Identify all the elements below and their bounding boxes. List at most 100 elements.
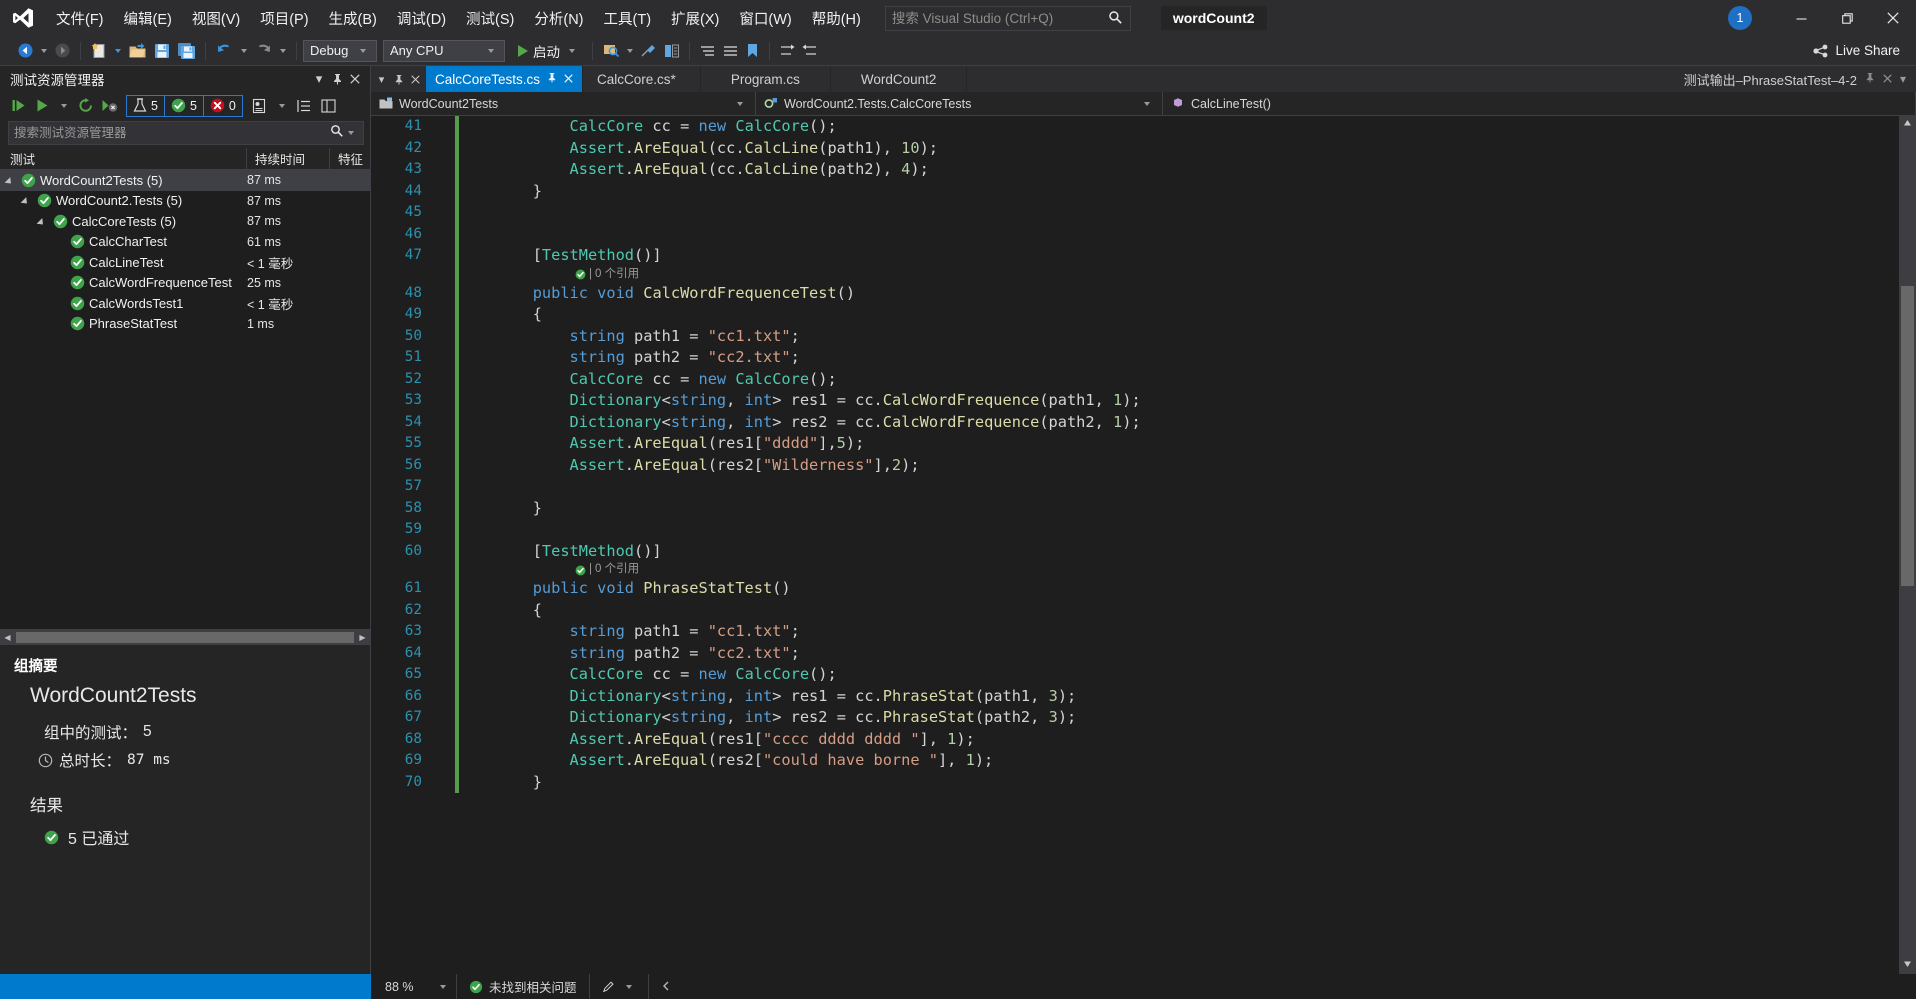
search-options-dropdown-icon[interactable] xyxy=(348,131,354,135)
pin-icon[interactable] xyxy=(328,70,346,88)
chevron-down-icon[interactable] xyxy=(737,101,743,106)
menu-extensions[interactable]: 扩展(X) xyxy=(661,0,729,36)
code-line[interactable]: 43 Assert.AreEqual(cc.CalcLine(path2), 4… xyxy=(371,159,1899,181)
code-line[interactable]: 65 CalcCore cc = new CalcCore(); xyxy=(371,664,1899,686)
code-line[interactable]: 61 public void PhraseStatTest() xyxy=(371,578,1899,600)
pin-icon[interactable] xyxy=(390,67,407,91)
scroll-down-icon[interactable] xyxy=(1899,957,1916,974)
code-line[interactable]: 66 Dictionary<string, int> res1 = cc.Phr… xyxy=(371,685,1899,707)
issues-status[interactable]: 未找到相关问题 xyxy=(457,974,590,999)
toolbar-icon-8[interactable] xyxy=(719,39,742,63)
undo-dropdown-icon[interactable] xyxy=(241,48,247,53)
test-settings-icon[interactable] xyxy=(248,95,271,117)
nav-back-status[interactable] xyxy=(649,974,683,999)
pin-icon[interactable] xyxy=(1865,72,1875,86)
menu-tools[interactable]: 工具(T) xyxy=(594,0,662,36)
test-tree-row-3[interactable]: CalcCharTest 61 ms xyxy=(0,232,370,253)
menu-project[interactable]: 项目(P) xyxy=(250,0,318,36)
start-debug-button[interactable]: 启动 xyxy=(511,39,586,63)
code-line[interactable]: 64 string path2 = "cc2.txt"; xyxy=(371,642,1899,664)
toolbar-icon-10[interactable] xyxy=(799,39,822,63)
chevron-down-icon[interactable]: ▾ xyxy=(1900,72,1906,86)
close-icon[interactable] xyxy=(407,67,424,91)
code-line[interactable]: 48 public void CalcWordFrequenceTest() xyxy=(371,282,1899,304)
test-search-input[interactable] xyxy=(14,126,330,140)
close-button[interactable] xyxy=(1870,0,1916,36)
undo-icon[interactable] xyxy=(212,39,237,63)
code-line[interactable]: 62 { xyxy=(371,599,1899,621)
run-all-tests-icon[interactable] xyxy=(8,95,31,117)
breadcrumb-class[interactable]: WordCount2.Tests.CalcCoreTests xyxy=(756,92,1163,115)
close-icon[interactable] xyxy=(346,70,364,88)
chevron-down-icon[interactable]: ▾ xyxy=(373,67,390,91)
code-line[interactable]: 68 Assert.AreEqual(res1["cccc dddd dddd … xyxy=(371,728,1899,750)
redo-icon[interactable] xyxy=(251,39,276,63)
code-line[interactable]: 59 xyxy=(371,519,1899,541)
pin-icon[interactable] xyxy=(547,72,557,86)
tab-wordcount2[interactable]: WordCount2 xyxy=(831,66,968,92)
code-line[interactable]: 53 Dictionary<string, int> res1 = cc.Cal… xyxy=(371,390,1899,412)
test-tree-row-1[interactable]: WordCount2.Tests (5) 87 ms xyxy=(0,191,370,212)
chevron-down-icon[interactable] xyxy=(440,984,446,989)
tab-program-cs[interactable]: Program.cs xyxy=(701,66,831,92)
code-line[interactable]: 45 xyxy=(371,202,1899,224)
code-line[interactable]: 56 Assert.AreEqual(res2["Wilderness"],2)… xyxy=(371,454,1899,476)
scrollbar-thumb[interactable] xyxy=(1901,286,1914,586)
menu-help[interactable]: 帮助(H) xyxy=(802,0,871,36)
code-line[interactable]: 41 CalcCore cc = new CalcCore(); xyxy=(371,116,1899,138)
menu-window[interactable]: 窗口(W) xyxy=(729,0,801,36)
test-tree-row-4[interactable]: CalcLineTest < 1 毫秒 xyxy=(0,252,370,273)
code-line[interactable]: 52 CalcCore cc = new CalcCore(); xyxy=(371,368,1899,390)
scrollbar-thumb[interactable] xyxy=(16,631,354,643)
redo-dropdown-icon[interactable] xyxy=(280,48,286,53)
toolbar-icon-9[interactable] xyxy=(776,39,799,63)
test-tree-row-2[interactable]: CalcCoreTests (5) 87 ms xyxy=(0,211,370,232)
code-line[interactable]: 58 } xyxy=(371,497,1899,519)
run-tests-icon[interactable] xyxy=(32,95,53,117)
test-list[interactable]: WordCount2Tests (5) 87 ms WordCount2.Tes… xyxy=(0,170,370,629)
editor-vertical-scrollbar[interactable] xyxy=(1899,116,1916,974)
column-header-traits[interactable]: 特征 xyxy=(330,148,370,169)
menu-view[interactable]: 视图(V) xyxy=(182,0,250,36)
bookmark-icon[interactable] xyxy=(742,39,763,63)
code-line[interactable]: 44 } xyxy=(371,180,1899,202)
codelens-row[interactable]: | 0 个引用 xyxy=(371,559,1899,581)
columns-icon[interactable] xyxy=(317,95,340,117)
repeat-last-run-icon[interactable] xyxy=(75,95,97,117)
navigate-forward-icon[interactable] xyxy=(51,39,74,63)
new-item-dropdown-icon[interactable] xyxy=(115,48,121,53)
navigate-back-icon[interactable] xyxy=(14,39,37,63)
close-icon[interactable] xyxy=(564,72,573,86)
scroll-left-icon[interactable]: ◀ xyxy=(0,630,15,645)
search-icon[interactable] xyxy=(330,124,344,143)
test-tree-row-0[interactable]: WordCount2Tests (5) 87 ms xyxy=(0,170,370,191)
cancel-run-icon[interactable] xyxy=(98,95,121,117)
toolbar-icon-6[interactable] xyxy=(660,39,683,63)
save-all-icon[interactable] xyxy=(174,39,199,63)
code-line[interactable]: 57 xyxy=(371,476,1899,498)
restore-button[interactable] xyxy=(1824,0,1870,36)
test-search-box[interactable] xyxy=(8,121,364,145)
attach-dropdown-icon[interactable] xyxy=(627,48,633,53)
tab-calccoretests-cs[interactable]: CalcCoreTests.cs xyxy=(426,66,584,92)
new-item-icon[interactable] xyxy=(87,39,111,63)
pen-status[interactable] xyxy=(590,974,649,999)
code-line[interactable]: 46 xyxy=(371,223,1899,245)
menu-analyze[interactable]: 分析(N) xyxy=(524,0,593,36)
code-line[interactable]: 50 string path1 = "cc1.txt"; xyxy=(371,325,1899,347)
breadcrumb-project[interactable]: WordCount2Tests xyxy=(371,92,756,115)
total-tests-counter[interactable]: 5 xyxy=(127,95,165,116)
test-list-horizontal-scrollbar[interactable]: ◀ ▶ xyxy=(0,629,370,644)
chevron-down-icon[interactable] xyxy=(1144,101,1150,106)
tab-calccore-cs[interactable]: CalcCore.cs* xyxy=(583,66,701,92)
attach-to-process-icon[interactable] xyxy=(599,39,623,63)
global-search-box[interactable] xyxy=(884,5,1131,31)
run-dropdown-icon[interactable] xyxy=(54,95,74,117)
tool-window-title[interactable]: 测试输出–PhraseStatTest–4-2 xyxy=(1684,70,1857,89)
menu-test[interactable]: 测试(S) xyxy=(456,0,524,36)
code-line[interactable]: 69 Assert.AreEqual(res2["could have born… xyxy=(371,750,1899,772)
menu-edit[interactable]: 编辑(E) xyxy=(114,0,182,36)
test-settings-dropdown-icon[interactable] xyxy=(272,95,292,117)
passed-tests-counter[interactable]: 5 xyxy=(165,95,204,116)
save-icon[interactable] xyxy=(150,39,174,63)
